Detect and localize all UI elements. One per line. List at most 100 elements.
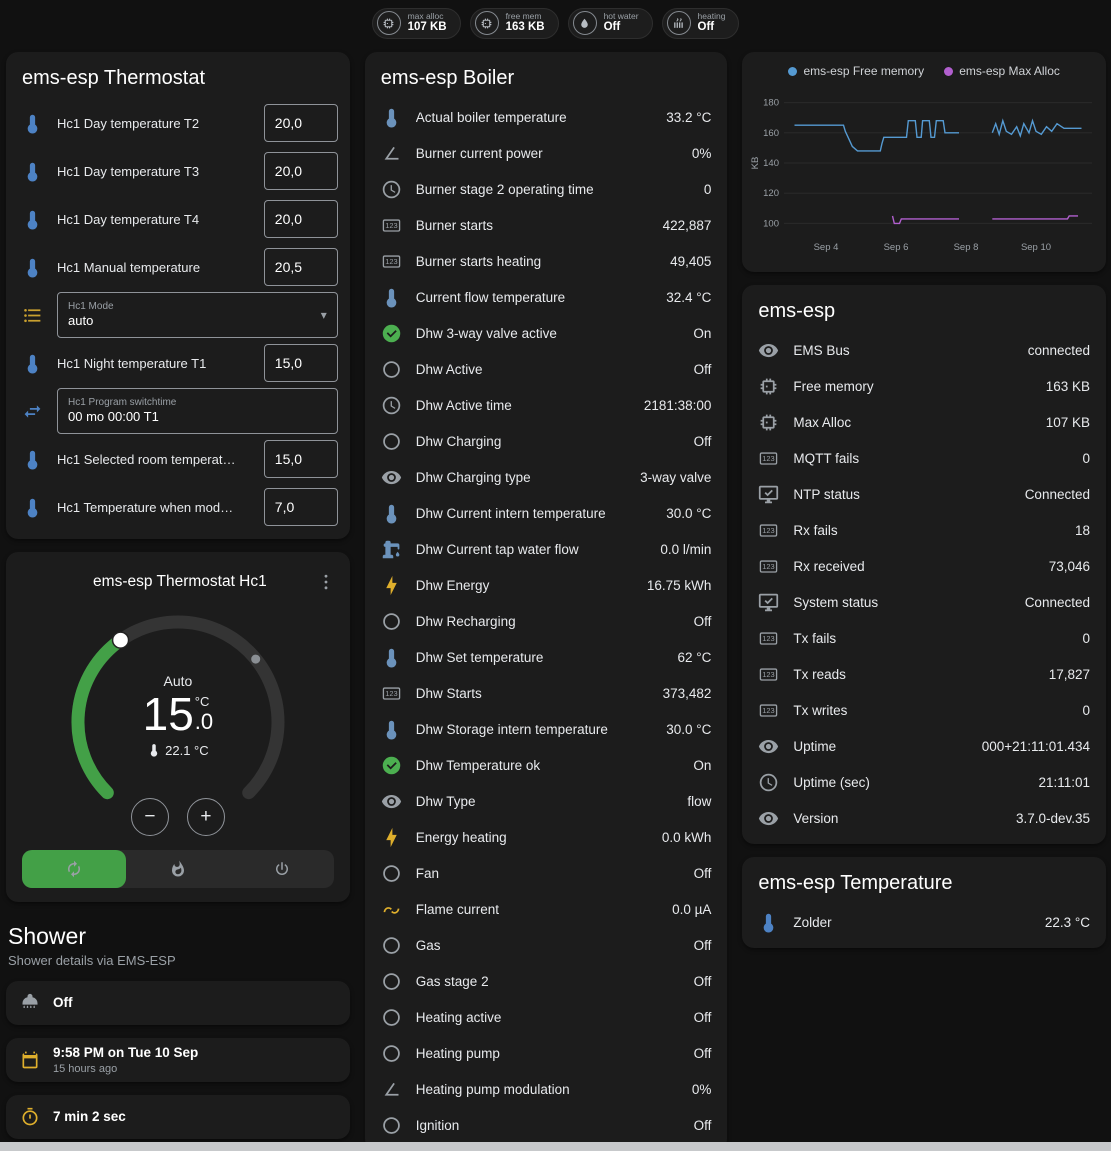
entity-row[interactable]: Max Alloc107 KB <box>742 404 1106 440</box>
entity-row[interactable]: Dhw Storage intern temperature30.0 °C <box>365 711 728 747</box>
entity-row[interactable]: Dhw Charging type3-way valve <box>365 459 728 495</box>
number-input[interactable]: 20,0 <box>264 104 338 142</box>
decrease-temp-button[interactable]: − <box>131 798 169 836</box>
mode-heat-button[interactable] <box>126 850 230 888</box>
number-input[interactable]: 15,0 <box>264 440 338 478</box>
entity-row[interactable]: Dhw Set temperature62 °C <box>365 639 728 675</box>
badge-value: Off <box>698 21 726 34</box>
thermometer-icon <box>381 503 402 524</box>
entity-row[interactable]: Dhw Current intern temperature30.0 °C <box>365 495 728 531</box>
svg-text:Sep 4: Sep 4 <box>814 242 839 253</box>
field-label: Hc1 Program switchtime <box>68 396 327 409</box>
entity-row[interactable]: Dhw ActiveOff <box>365 351 728 387</box>
entity-row[interactable]: 123Burner starts heating49,405 <box>365 243 728 279</box>
entity-label: Burner starts heating <box>416 254 656 269</box>
entity-row[interactable]: EMS Busconnected <box>742 332 1106 368</box>
entity-row[interactable]: Burner current power0% <box>365 135 728 171</box>
entity-row[interactable]: Heating pump modulation0% <box>365 1071 728 1107</box>
counter-icon: 123 <box>758 520 779 541</box>
number-input[interactable]: 20,0 <box>264 152 338 190</box>
entity-row[interactable]: 123Rx received73,046 <box>742 548 1106 584</box>
more-options-button[interactable] <box>308 564 344 600</box>
entity-row[interactable]: Version3.7.0-dev.35 <box>742 800 1106 836</box>
entity-row[interactable]: Dhw Active time2181:38:00 <box>365 387 728 423</box>
entity-row[interactable]: 123Dhw Starts373,482 <box>365 675 728 711</box>
entity-row[interactable]: Actual boiler temperature33.2 °C <box>365 99 728 135</box>
horizontal-scrollbar[interactable] <box>0 1142 1111 1151</box>
entity-row[interactable]: Gas stage 2Off <box>365 963 728 999</box>
entity-label: Actual boiler temperature <box>416 110 652 125</box>
entity-label: Rx received <box>793 559 1034 574</box>
entity-row[interactable]: Heating pumpOff <box>365 1035 728 1071</box>
legend-item[interactable]: ems-esp Free memory <box>788 64 924 78</box>
entity-row[interactable]: NTP statusConnected <box>742 476 1106 512</box>
entity-row[interactable]: Dhw Current tap water flow0.0 l/min <box>365 531 728 567</box>
entity-row[interactable]: Energy heating0.0 kWh <box>365 819 728 855</box>
entity-row[interactable]: Dhw Energy16.75 kWh <box>365 567 728 603</box>
entity-row[interactable]: 123Burner starts422,887 <box>365 207 728 243</box>
counter-icon: 123 <box>381 683 402 704</box>
entity-row[interactable]: 123Rx fails18 <box>742 512 1106 548</box>
entity-row[interactable]: Free memory163 KB <box>742 368 1106 404</box>
thermostat-settings-card: ems-esp Thermostat Hc1 Day temperature T… <box>6 52 350 539</box>
counter-icon: 123 <box>381 251 402 272</box>
dial-handle[interactable] <box>112 632 128 648</box>
legend-item[interactable]: ems-esp Max Alloc <box>944 64 1060 78</box>
entity-row[interactable]: Dhw Temperature okOn <box>365 747 728 783</box>
thermostat-row: Hc1 Day temperature T420,0 <box>6 195 350 243</box>
entity-value: 17,827 <box>1049 667 1090 682</box>
entity-row[interactable]: Dhw 3-way valve activeOn <box>365 315 728 351</box>
entity-row[interactable]: FanOff <box>365 855 728 891</box>
entity-row[interactable]: Current flow temperature32.4 °C <box>365 279 728 315</box>
entity-row[interactable]: Dhw RechargingOff <box>365 603 728 639</box>
shower-state-card[interactable]: Off <box>6 981 350 1025</box>
text-input[interactable]: Hc1 Program switchtime00 mo 00:00 T1 <box>57 388 338 434</box>
entity-row[interactable]: Uptime000+21:11:01.434 <box>742 728 1106 764</box>
entity-row[interactable]: 123MQTT fails0 <box>742 440 1106 476</box>
status-badge[interactable]: heatingOff <box>662 8 740 39</box>
entity-row[interactable]: Flame current0.0 µA <box>365 891 728 927</box>
status-badge[interactable]: hot waterOff <box>568 8 653 39</box>
entity-label: Heating pump <box>416 1046 680 1061</box>
entity-row[interactable]: 123Tx fails0 <box>742 620 1106 656</box>
entity-row[interactable]: 123Tx writes0 <box>742 692 1106 728</box>
mode-off-button[interactable] <box>230 850 334 888</box>
entity-row[interactable]: 123Tx reads17,827 <box>742 656 1106 692</box>
thermostat-row: Hc1 Program switchtime00 mo 00:00 T1 <box>6 387 350 435</box>
entity-row[interactable]: Heating activeOff <box>365 999 728 1035</box>
circle-icon <box>381 971 402 992</box>
shower-time-card[interactable]: 9:58 PM on Tue 10 Sep15 hours ago <box>6 1038 350 1082</box>
eye-icon <box>381 467 402 488</box>
status-badge[interactable]: free mem163 KB <box>470 8 559 39</box>
entity-row[interactable]: Dhw ChargingOff <box>365 423 728 459</box>
memory-history-chart[interactable]: 100120140160180Sep 4Sep 6Sep 8Sep 10KB <box>748 82 1100 268</box>
legend-label: ems-esp Max Alloc <box>959 64 1060 78</box>
svg-text:123: 123 <box>763 634 775 643</box>
entity-row[interactable]: Burner stage 2 operating time0 <box>365 171 728 207</box>
value: 9:58 PM on Tue 10 Sep <box>53 1044 198 1062</box>
entity-row[interactable]: GasOff <box>365 927 728 963</box>
entity-value: 2181:38:00 <box>644 398 712 413</box>
mode-select[interactable]: Hc1 Modeauto▾ <box>57 292 338 338</box>
shower-section-title: Shower <box>8 923 348 950</box>
number-input[interactable]: 20,5 <box>264 248 338 286</box>
entity-row[interactable]: Uptime (sec)21:11:01 <box>742 764 1106 800</box>
number-input[interactable]: 15,0 <box>264 344 338 382</box>
boiler-rows: Actual boiler temperature33.2 °CBurner c… <box>365 99 728 1151</box>
increase-temp-button[interactable]: + <box>187 798 225 836</box>
shower-duration-card[interactable]: 7 min 2 sec <box>6 1095 350 1139</box>
entity-label: Energy heating <box>416 830 648 845</box>
thermometer-icon <box>22 161 43 182</box>
number-input[interactable]: 7,0 <box>264 488 338 526</box>
number-input[interactable]: 20,0 <box>264 200 338 238</box>
entity-value: 0% <box>692 1082 712 1097</box>
status-badge[interactable]: max alloc107 KB <box>372 8 461 39</box>
entity-row[interactable]: System statusConnected <box>742 584 1106 620</box>
entity-row[interactable]: Dhw Typeflow <box>365 783 728 819</box>
entity-row[interactable]: IgnitionOff <box>365 1107 728 1143</box>
entity-label: Dhw Storage intern temperature <box>416 722 652 737</box>
entity-row[interactable]: Zolder22.3 °C <box>742 904 1106 940</box>
mode-auto-button[interactable] <box>22 850 126 888</box>
entity-label: Dhw Charging type <box>416 470 626 485</box>
entity-value: On <box>693 758 711 773</box>
